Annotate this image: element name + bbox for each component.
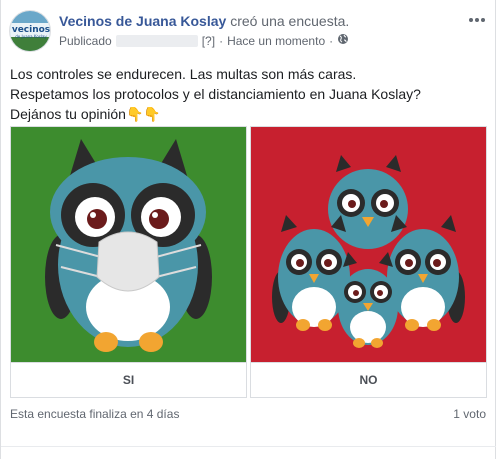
meta-separator-2: · (329, 34, 334, 48)
poll-option-no[interactable]: NO (250, 126, 487, 398)
author-link[interactable]: Vecinos de Juana Koslay (59, 13, 226, 29)
avatar-text-bottom: de Juana Koslay (15, 34, 47, 39)
post-action-text: creó una encuesta. (230, 13, 350, 29)
page-avatar[interactable]: vecinos de Juana Koslay (9, 10, 51, 52)
meta-separator: · (219, 34, 224, 48)
redacted-text (115, 35, 198, 47)
post-meta: Publicado [?] · Hace un momento · (59, 33, 349, 49)
poll-vote-count[interactable]: 1 voto (453, 407, 486, 421)
owl-group-image (251, 127, 486, 362)
help-link[interactable]: [?] (202, 33, 215, 49)
poll-option-si[interactable]: SI (10, 126, 247, 398)
post-body-line-1: Los controles se endurecen. Las multas s… (10, 66, 357, 82)
divider (1, 446, 496, 447)
post-header: vecinos de Juana Koslay Vecinos de Juana… (9, 10, 489, 54)
post-body-line-3: Dejános tu opinión👇👇 (10, 106, 161, 122)
post-body-line-2: Respetamos los protocolos y el distancia… (10, 86, 421, 102)
poll-option-si-label[interactable]: SI (11, 362, 246, 397)
post-body: Los controles se endurecen. Las multas s… (10, 64, 480, 124)
post-card: vecinos de Juana Koslay Vecinos de Juana… (0, 0, 496, 459)
published-label: Publicado (59, 34, 112, 48)
globe-icon[interactable] (337, 33, 349, 49)
post-title-line: Vecinos de Juana Koslay creó una encuest… (59, 12, 349, 30)
poll-end-text: Esta encuesta finaliza en 4 días (10, 407, 180, 421)
timestamp-link[interactable]: Hace un momento (227, 33, 325, 49)
owl-with-mask-image (11, 127, 246, 362)
poll-option-no-label[interactable]: NO (251, 362, 486, 397)
more-options-icon[interactable] (465, 10, 489, 30)
